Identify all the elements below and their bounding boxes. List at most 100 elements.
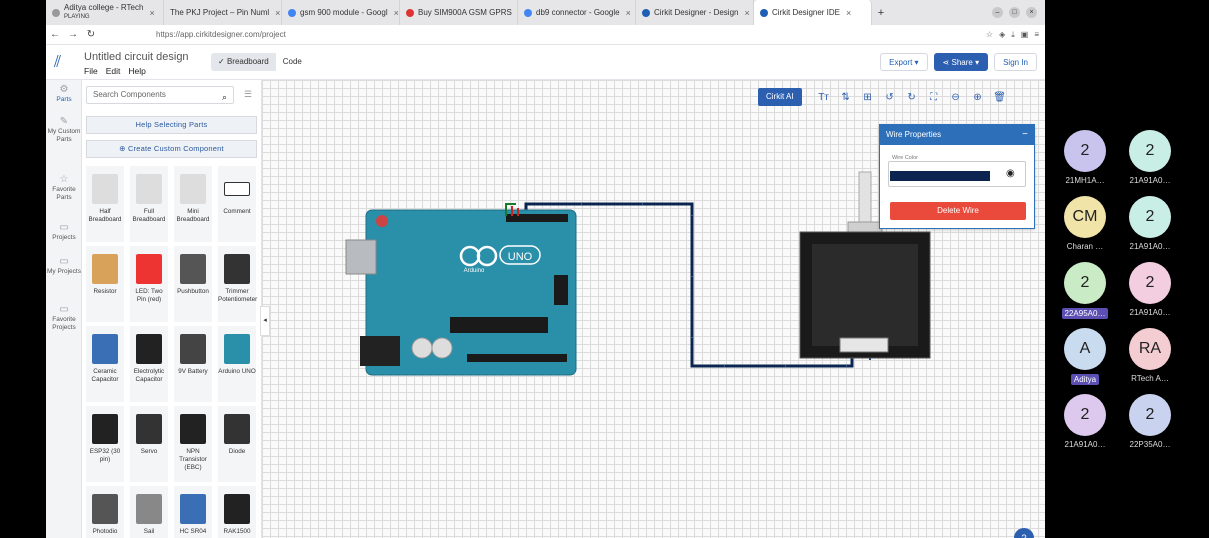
close-icon[interactable]: × [626, 8, 631, 18]
part-card[interactable]: Trimmer Potentiometer [218, 246, 258, 322]
part-card[interactable]: Servo [130, 406, 168, 482]
participant-tile[interactable]: 2 22P35A0… [1120, 394, 1180, 449]
part-card[interactable]: Pushbutton [174, 246, 212, 322]
breadboard-canvas[interactable]: ◂ Cirkit AI Tт ⇅ ⊞ ↺ ↻ ⛶ ⊖ ⊕ 🗑 UNO Ardui… [260, 80, 1045, 538]
close-icon[interactable]: × [275, 8, 280, 18]
participant-tile[interactable]: 2 21MH1A… [1055, 130, 1115, 185]
part-card[interactable]: Comment [218, 166, 256, 242]
shield-icon[interactable]: ◈ [999, 30, 1005, 40]
export-button[interactable]: Export ▾ [880, 53, 928, 71]
part-label: Trimmer Potentiometer [218, 288, 258, 303]
bookmark-icon[interactable]: ☆ [986, 30, 993, 40]
signin-button[interactable]: Sign In [994, 53, 1037, 71]
share-button[interactable]: ⋖ Share ▾ [933, 53, 989, 71]
search-placeholder: Search Components [93, 90, 166, 99]
participant-tile[interactable]: 2 21A91A0… [1055, 394, 1115, 449]
search-icon[interactable]: ⌕ [222, 89, 227, 105]
participant-tile[interactable]: A Aditya [1055, 328, 1115, 385]
close-icon[interactable]: × [149, 8, 154, 18]
minimize-panel-icon[interactable]: − [1022, 125, 1028, 145]
part-card[interactable]: Full Breadboard [130, 166, 168, 242]
usb-port [345, 239, 377, 275]
avatar: 2 [1129, 262, 1171, 304]
url-field[interactable]: https://app.cirkitdesigner.com/project [156, 30, 286, 39]
part-card[interactable]: LED: Two Pin (red) [130, 246, 168, 322]
part-label: Comment [223, 208, 251, 215]
search-input[interactable]: Search Components ⌕ [86, 86, 234, 104]
part-label: Full Breadboard [132, 208, 166, 223]
delete-wire-button[interactable]: Delete Wire [890, 202, 1026, 220]
participant-tile[interactable]: 2 21A91A0… [1120, 196, 1180, 251]
part-card[interactable]: Diode [218, 406, 256, 482]
part-card[interactable]: Mini Breadboard [174, 166, 212, 242]
reload-icon[interactable]: ↻ [82, 29, 100, 40]
part-card[interactable]: Ceramic Capacitor [86, 326, 124, 402]
tab-5[interactable]: db9 connector - Google × [518, 0, 636, 25]
avatar: 2 [1129, 394, 1171, 436]
part-card[interactable]: HC SR04 [174, 486, 212, 538]
folder-icon: ▭ [59, 256, 69, 267]
menu-edit[interactable]: Edit [106, 66, 121, 76]
part-card[interactable]: Resistor [86, 246, 124, 322]
rail-projects[interactable]: ▭ Projects [46, 223, 82, 242]
participant-tile[interactable]: 2 21A91A0… [1120, 262, 1180, 317]
tab-breadboard[interactable]: ✓ Breadboard [211, 53, 276, 71]
create-custom-component-button[interactable]: ⊕ Create Custom Component [86, 140, 257, 158]
rail-my-projects[interactable]: ▭ My Projects [46, 256, 82, 276]
part-card[interactable]: Electrolytic Capacitor [130, 326, 168, 402]
part-card[interactable]: ESP32 (30 pin) [86, 406, 124, 482]
close-icon[interactable]: × [394, 8, 399, 18]
document-title[interactable]: Untitled circuit design [84, 51, 189, 63]
tab-1[interactable]: Aditya college - RTech PLAYING × [46, 0, 164, 25]
tab-6[interactable]: Cirkit Designer - Design × [636, 0, 754, 25]
tab-code[interactable]: Code [276, 53, 309, 71]
part-label: Photodio [92, 528, 118, 535]
participant-tile[interactable]: 2 22A95A0… [1055, 262, 1115, 319]
palette-icon[interactable]: ◉ [1006, 168, 1015, 179]
rail-parts[interactable]: ⚙ Parts [46, 85, 82, 104]
part-label: Servo [140, 448, 158, 455]
navigation-bar: ← → ↻ https://app.cirkitdesigner.com/pro… [46, 25, 1045, 45]
part-thumbnail [92, 334, 118, 364]
part-thumbnail [224, 254, 250, 284]
wire-color-swatch[interactable] [890, 171, 990, 181]
list-view-icon[interactable]: ☰ [244, 89, 252, 100]
tab-2[interactable]: The PKJ Project – Pin Numl × [164, 0, 282, 25]
rail-favorite-parts[interactable]: ☆ Favorite Parts [46, 175, 82, 202]
rail-custom-parts[interactable]: ✎ My Custom Parts [46, 117, 82, 144]
tab-4[interactable]: Buy SIM900A GSM GPRS× [400, 0, 518, 25]
close-window-icon[interactable]: × [1026, 7, 1037, 18]
participant-tile[interactable]: CM Charan … [1055, 196, 1115, 251]
part-card[interactable]: Half Breadboard [86, 166, 124, 242]
menu-help[interactable]: Help [128, 66, 145, 76]
part-card[interactable]: Photodio [86, 486, 124, 538]
part-card[interactable]: RAK1500 [218, 486, 256, 538]
close-icon[interactable]: × [744, 8, 749, 18]
menu-icon[interactable]: ≡ [1034, 30, 1039, 40]
part-card[interactable]: Arduino UNO [218, 326, 256, 402]
left-rail: ⚙ Parts ✎ My Custom Parts ☆ Favorite Parts … [46, 80, 82, 538]
minimize-icon[interactable]: – [992, 7, 1003, 18]
tab-subtitle: PLAYING [64, 14, 90, 20]
tab-3[interactable]: gsm 900 module - Googl × [282, 0, 400, 25]
part-label: RAK1500 [223, 528, 251, 535]
part-thumbnail [224, 334, 250, 364]
participant-tile[interactable]: 2 21A91A0… [1120, 130, 1180, 185]
tab-7-active[interactable]: Cirkit Designer IDE × [754, 0, 872, 25]
help-selecting-parts-button[interactable]: Help Selecting Parts [86, 116, 257, 134]
extensions-icon[interactable]: ▣ [1021, 30, 1029, 40]
menu-file[interactable]: File [84, 66, 98, 76]
arduino-uno-board[interactable]: UNO Arduino [345, 209, 577, 376]
back-icon[interactable]: ← [46, 29, 64, 40]
new-tab-button[interactable]: + [872, 7, 890, 19]
part-card[interactable]: NPN Transistor (EBC) [174, 406, 212, 482]
part-card[interactable]: Sail [130, 486, 168, 538]
part-card[interactable]: 9V Battery [174, 326, 212, 402]
download-icon[interactable]: ⤓ [1011, 30, 1015, 40]
close-icon[interactable]: × [846, 8, 851, 18]
avatar: RA [1129, 328, 1171, 370]
participant-tile[interactable]: RA RTech A… [1120, 328, 1180, 383]
maximize-icon[interactable]: □ [1009, 7, 1020, 18]
forward-icon[interactable]: → [64, 29, 82, 40]
rail-favorite-projects[interactable]: ▭ Favorite Projects [46, 305, 82, 332]
